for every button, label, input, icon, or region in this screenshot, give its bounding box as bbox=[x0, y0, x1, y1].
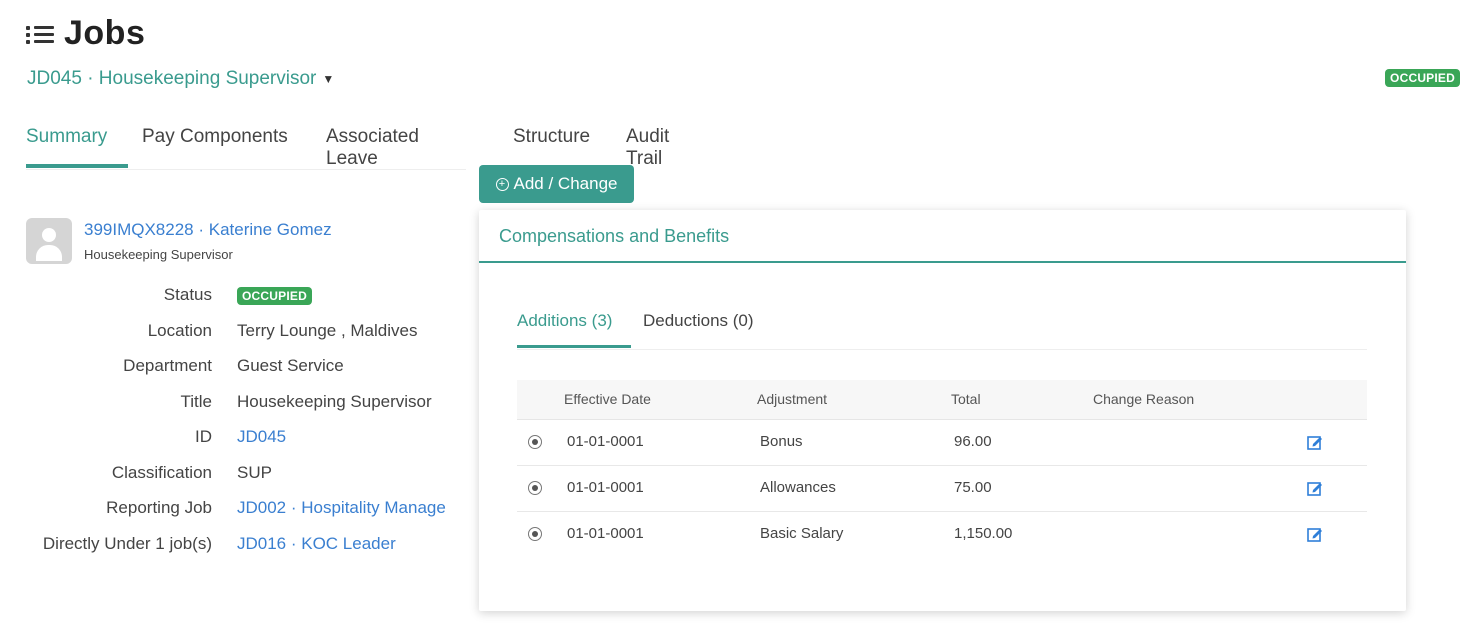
column-header: Total bbox=[951, 391, 981, 407]
chevron-down-icon: ▼ bbox=[322, 72, 335, 86]
status-badge: OCCUPIED bbox=[1385, 69, 1460, 87]
table-row: 01-01-0001 Basic Salary 1,150.00 bbox=[517, 512, 1367, 558]
detail-row-department: Department Guest Service bbox=[0, 354, 470, 390]
list-icon bbox=[26, 22, 56, 46]
row-radio[interactable] bbox=[528, 481, 542, 495]
tab-additions[interactable]: Additions (3) bbox=[517, 311, 612, 331]
status-badge: OCCUPIED bbox=[237, 287, 312, 305]
compensation-table: Effective Date Adjustment Total Change R… bbox=[517, 380, 1367, 558]
tab-audit-trail[interactable]: Audit Trail bbox=[626, 126, 669, 170]
job-selector[interactable]: JD045 · Housekeeping Supervisor ▼ bbox=[27, 68, 334, 90]
effective-date: 01-01-0001 bbox=[567, 525, 644, 542]
adjustment: Allowances bbox=[760, 479, 836, 496]
effective-date: 01-01-0001 bbox=[567, 479, 644, 496]
tab-bar: Summary Pay Components Associated Leave … bbox=[26, 118, 669, 170]
detail-row-id: ID JD045 bbox=[0, 425, 470, 461]
row-radio[interactable] bbox=[528, 527, 542, 541]
detail-label: Department bbox=[123, 356, 212, 375]
detail-row-reporting-job: Reporting Job JD002 · Hospitality Manage bbox=[0, 496, 470, 532]
reporting-job-link[interactable]: JD002 · Hospitality Manage bbox=[237, 498, 469, 518]
job-details: Status OCCUPIED Location Terry Lounge , … bbox=[0, 283, 470, 567]
tab-associated-leave[interactable]: Associated Leave bbox=[326, 126, 466, 170]
table-row: 01-01-0001 Bonus 96.00 bbox=[517, 420, 1367, 466]
employee-name-link[interactable]: 399IMQX8228 · Katerine Gomez bbox=[84, 220, 332, 240]
detail-label: Status bbox=[163, 285, 212, 304]
detail-row-classification: Classification SUP bbox=[0, 461, 470, 497]
plus-circle-icon: + bbox=[495, 177, 509, 191]
column-header: Effective Date bbox=[564, 391, 651, 407]
total: 75.00 bbox=[954, 479, 992, 496]
directly-under-link[interactable]: JD016 · KOC Leader bbox=[237, 534, 469, 554]
column-header: Change Reason bbox=[1093, 391, 1195, 407]
detail-label: Directly Under 1 job(s) bbox=[42, 533, 212, 553]
detail-label: ID bbox=[195, 427, 212, 446]
tab-structure[interactable]: Structure bbox=[513, 126, 590, 148]
jobs-page: Jobs JD045 · Housekeeping Supervisor ▼ O… bbox=[0, 0, 1484, 642]
job-selector-label: JD045 · Housekeeping Supervisor bbox=[27, 68, 317, 89]
edit-icon[interactable] bbox=[1307, 480, 1323, 496]
detail-label: Title bbox=[180, 391, 213, 411]
row-radio[interactable] bbox=[528, 435, 542, 449]
detail-row-directly-under: Directly Under 1 job(s) JD016 · KOC Lead… bbox=[0, 532, 470, 568]
avatar bbox=[26, 218, 72, 264]
detail-value: SUP bbox=[237, 462, 272, 482]
detail-label: Classification bbox=[111, 462, 212, 482]
active-tab-indicator bbox=[26, 164, 128, 168]
total: 96.00 bbox=[954, 433, 992, 450]
tab-summary[interactable]: Summary bbox=[26, 126, 107, 148]
employee-title: Housekeeping Supervisor bbox=[84, 247, 233, 262]
table-row: 01-01-0001 Allowances 75.00 bbox=[517, 466, 1367, 512]
detail-row-status: Status OCCUPIED bbox=[0, 283, 470, 319]
detail-label: Location bbox=[147, 320, 212, 340]
detail-row-location: Location Terry Lounge , Maldives bbox=[0, 319, 470, 355]
active-subtab-indicator bbox=[517, 345, 631, 348]
panel-title: Compensations and Benefits bbox=[499, 226, 730, 246]
compensation-tabs: Additions (3) Deductions (0) bbox=[517, 308, 1367, 350]
total: 1,150.00 bbox=[954, 525, 1013, 542]
add-change-button[interactable]: + Add / Change bbox=[479, 165, 634, 203]
adjustment: Bonus bbox=[760, 433, 803, 450]
tab-pay-components[interactable]: Pay Components bbox=[142, 126, 288, 148]
detail-value: Guest Service bbox=[237, 356, 344, 375]
page-title: Jobs bbox=[64, 14, 146, 52]
table-header: Effective Date Adjustment Total Change R… bbox=[517, 380, 1367, 420]
compensation-panel: Compensations and Benefits Additions (3)… bbox=[479, 210, 1406, 611]
edit-icon[interactable] bbox=[1307, 526, 1323, 542]
add-change-label: Add / Change bbox=[513, 174, 618, 193]
detail-value: Housekeeping Supervisor bbox=[237, 391, 432, 411]
job-id-link[interactable]: JD045 bbox=[237, 427, 469, 447]
adjustment: Basic Salary bbox=[760, 525, 844, 542]
detail-label: Reporting Job bbox=[106, 498, 212, 517]
detail-row-title: Title Housekeeping Supervisor bbox=[0, 390, 470, 426]
panel-header: Compensations and Benefits bbox=[479, 210, 1406, 263]
detail-value: Terry Lounge , Maldives bbox=[237, 320, 418, 340]
page-header: Jobs bbox=[26, 14, 145, 53]
effective-date: 01-01-0001 bbox=[567, 433, 644, 450]
column-header: Adjustment bbox=[757, 391, 828, 407]
edit-icon[interactable] bbox=[1307, 434, 1323, 450]
tab-deductions[interactable]: Deductions (0) bbox=[643, 311, 754, 331]
